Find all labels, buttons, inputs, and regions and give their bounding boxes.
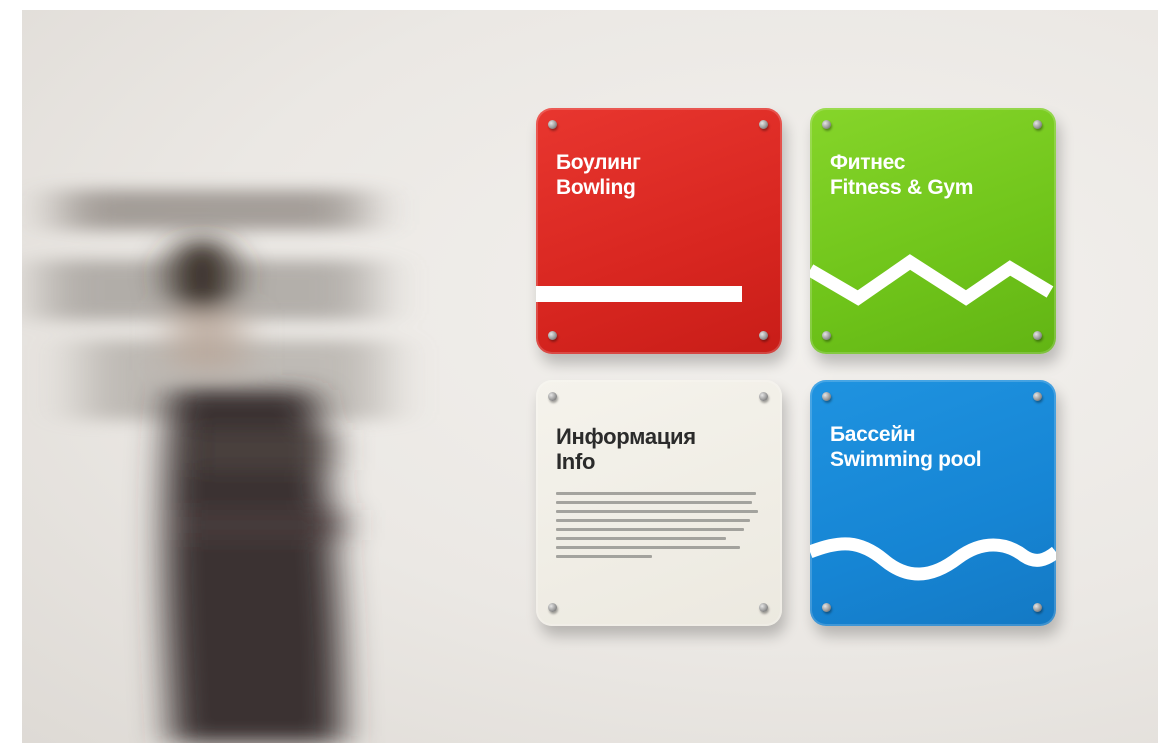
mounting-bolt xyxy=(548,120,557,129)
sign-pool: Бассейн Swimming pool xyxy=(810,380,1056,626)
mounting-bolt xyxy=(822,331,831,340)
mounting-bolt xyxy=(759,392,768,401)
mounting-bolt xyxy=(1033,120,1042,129)
zigzag-graphic xyxy=(810,254,1054,306)
sign-title: Информация Info xyxy=(556,424,696,474)
sign-title: Бассейн Swimming pool xyxy=(830,422,982,472)
mounting-bolt xyxy=(548,331,557,340)
sign-title-en: Bowling xyxy=(556,176,636,199)
mounting-bolt xyxy=(1033,392,1042,401)
sign-title-en: Swimming pool xyxy=(830,448,982,471)
mounting-bolt xyxy=(822,120,831,129)
sign-title-ru: Фитнес xyxy=(830,151,906,174)
mounting-bolt xyxy=(822,603,831,612)
sign-bowling: Боулинг Bowling xyxy=(536,108,782,354)
bowling-lane-stripe xyxy=(536,286,742,302)
mounting-bolt xyxy=(759,120,768,129)
sign-title-en: Fitness & Gym xyxy=(830,176,974,199)
sign-title-en: Info xyxy=(556,449,596,474)
sign-title: Боулинг Bowling xyxy=(556,150,641,200)
mounting-bolt xyxy=(1033,603,1042,612)
info-body-text-illegible xyxy=(556,492,762,564)
photo: Боулинг Bowling Фитнес Fitness & Gym Инф… xyxy=(22,10,1158,743)
wave-graphic xyxy=(810,537,1056,581)
mounting-bolt xyxy=(822,392,831,401)
sign-info: Информация Info xyxy=(536,380,782,626)
sign-title-ru: Информация xyxy=(556,424,696,449)
sign-title-ru: Боулинг xyxy=(556,151,641,174)
sign-title: Фитнес Fitness & Gym xyxy=(830,150,973,200)
mounting-bolt xyxy=(759,603,768,612)
sign-title-ru: Бассейн xyxy=(830,423,916,446)
sign-fitness: Фитнес Fitness & Gym xyxy=(810,108,1056,354)
mounting-bolt xyxy=(759,331,768,340)
blurred-person xyxy=(42,190,382,743)
mounting-bolt xyxy=(548,603,557,612)
mounting-bolt xyxy=(548,392,557,401)
mounting-bolt xyxy=(1033,331,1042,340)
